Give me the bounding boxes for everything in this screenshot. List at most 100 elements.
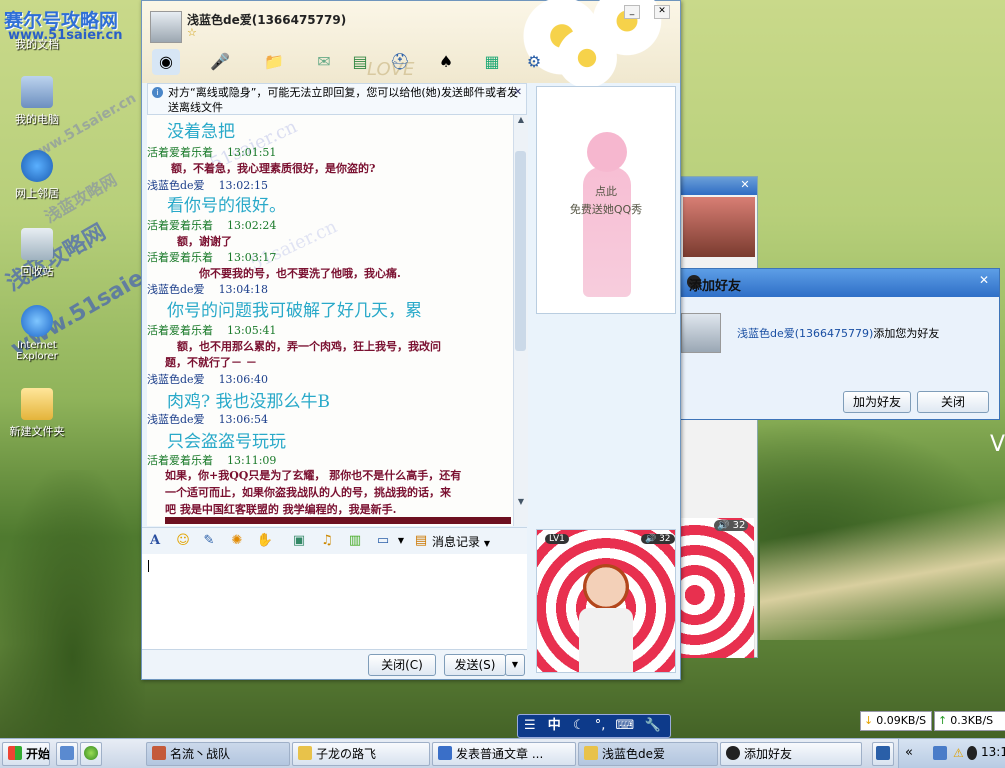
qq-show-icon[interactable]: ⛑ bbox=[386, 49, 414, 75]
qq-show-doll[interactable]: LV1 🔊 32 bbox=[536, 529, 676, 673]
add-friend-close-button[interactable]: 关闭 bbox=[917, 391, 989, 413]
taskbar-item[interactable]: 浅蓝色de爱 bbox=[578, 742, 718, 766]
message-text: 吧 我是中国红客联盟的 我学编程的，我是新手. bbox=[165, 503, 397, 516]
background-window-close-icon[interactable]: ✕ bbox=[737, 178, 753, 192]
desktop-icon-ie[interactable]: Internet Explorer bbox=[2, 305, 72, 362]
message-sender: 活着爱着乐着 13:11:09 bbox=[147, 452, 276, 468]
window-close-icon[interactable]: ✕ bbox=[654, 5, 670, 19]
shake-icon[interactable]: ✺ bbox=[228, 532, 246, 550]
taskbar-item[interactable]: 发表普通文章 ... bbox=[432, 742, 576, 766]
tray-chevron[interactable]: « bbox=[905, 745, 913, 760]
message-text: 题，不就行了－ － bbox=[165, 356, 257, 369]
sender-time: 13:05:41 bbox=[227, 324, 277, 337]
contact-title: 浅蓝色de爱(1366475779) bbox=[187, 13, 347, 27]
network-tray-icon[interactable] bbox=[933, 746, 947, 760]
settings-icon[interactable]: ⚙ bbox=[520, 49, 548, 75]
screen-capture-icon[interactable]: ▭ bbox=[374, 532, 392, 550]
taskbar-item[interactable]: 子龙の路飞 bbox=[292, 742, 430, 766]
qq-show-silhouette bbox=[587, 132, 627, 172]
gift-icon[interactable]: ▥ bbox=[346, 532, 364, 550]
qq-show-panel[interactable]: 点此 免费送她QQ秀 bbox=[536, 86, 676, 314]
scroll-thumb[interactable] bbox=[515, 151, 526, 351]
send-mail-icon[interactable]: ✉ bbox=[310, 49, 338, 75]
screenshot-icon[interactable]: ▣ bbox=[290, 532, 308, 550]
offline-notice: i 对方“离线或隐身”，可能无法立即回复，您可以给他(她)发送邮件或者发送离线文… bbox=[147, 83, 527, 115]
taskbar-item[interactable]: 添加好友 bbox=[720, 742, 862, 766]
apps-icon[interactable]: ▦ bbox=[478, 49, 506, 75]
ime-language-toggle[interactable]: 中 bbox=[548, 718, 561, 733]
qq-show-link[interactable]: 免费送她QQ秀 bbox=[537, 201, 675, 217]
contact-avatar[interactable] bbox=[150, 11, 182, 43]
desktop-letter: V bbox=[990, 432, 1005, 457]
emoji-icon[interactable]: ☺ bbox=[174, 532, 192, 550]
start-button[interactable]: 开始 bbox=[2, 742, 50, 766]
ime-punct-icon[interactable]: °, bbox=[595, 718, 606, 733]
ime-toolbar[interactable]: ☰ 中 ☾ °, ⌨ 🔧 bbox=[517, 714, 671, 738]
quicklaunch-browser[interactable] bbox=[80, 742, 102, 766]
close-button[interactable]: 关闭(C) bbox=[368, 654, 436, 676]
ime-keyboard-icon[interactable]: ⌨ bbox=[616, 718, 635, 733]
create-group-icon[interactable]: ▤ bbox=[346, 49, 374, 75]
computer-icon bbox=[21, 76, 53, 108]
desktop-icon-network[interactable]: 网上邻居 bbox=[2, 150, 72, 201]
task-label: 发表普通文章 ... bbox=[456, 747, 544, 761]
message-text: 一个适可而止，如果你盗我战队的人的号，挑战我的话，来 bbox=[165, 486, 451, 499]
desktop-icon-my-documents[interactable]: 我的文档 bbox=[2, 28, 72, 52]
start-label: 开始 bbox=[26, 747, 50, 761]
sender-name: 浅蓝色de爱 bbox=[147, 413, 205, 426]
desktop-icon-my-computer[interactable]: 我的电脑 bbox=[2, 76, 72, 127]
add-friend-dialog[interactable]: 添加好友 ✕ 浅蓝色de爱(1366475779)添加您为好友 加为好友 关闭 bbox=[680, 268, 1000, 420]
history-icon[interactable]: ▤ bbox=[412, 532, 430, 550]
scroll-up-icon[interactable]: ▲ bbox=[514, 115, 528, 129]
add-friend-title: 添加好友 bbox=[689, 279, 742, 294]
taskbar-item[interactable]: 名流丶战队 bbox=[146, 742, 290, 766]
message-input[interactable] bbox=[142, 554, 527, 649]
voice-message-icon[interactable]: ✋ bbox=[256, 532, 274, 550]
sender-name: 活着爱着乐着 bbox=[147, 454, 213, 467]
flower-decoration-3 bbox=[552, 23, 622, 93]
warning-tray-icon[interactable]: ⚠ bbox=[953, 746, 964, 760]
send-file-icon[interactable]: 📁 bbox=[260, 49, 288, 75]
my-documents-label: 我的文档 bbox=[15, 38, 59, 51]
background-doll-volume: 32 bbox=[732, 520, 746, 531]
qq-chat-window[interactable]: LOVE 浅蓝色de爱(1366475779) ☆ _ ✕ ◉ 🎤 📁 ✉ ▤ … bbox=[141, 0, 681, 680]
scroll-down-icon[interactable]: ▼ bbox=[514, 497, 528, 511]
message-sender: 浅蓝色de爱 13:06:40 bbox=[147, 371, 268, 387]
notice-close-icon[interactable]: ✕ bbox=[514, 85, 522, 100]
window-minimize-icon[interactable]: _ bbox=[624, 5, 640, 19]
add-friend-user-link[interactable]: 浅蓝色de爱(1366475779) bbox=[737, 327, 873, 340]
font-icon[interactable]: A bbox=[146, 532, 164, 550]
doll-body bbox=[579, 608, 633, 672]
video-call-icon[interactable]: ◉ bbox=[152, 49, 180, 75]
ime-moon-icon[interactable]: ☾ bbox=[573, 718, 585, 733]
desktop-icon-recycle-bin[interactable]: 回收站 bbox=[2, 228, 72, 279]
sender-time: 13:02:24 bbox=[227, 219, 277, 232]
desktop-icon-new-folder[interactable]: 新建文件夹 bbox=[2, 388, 72, 439]
show-desktop-icon bbox=[60, 746, 74, 760]
games-icon[interactable]: ♠ bbox=[432, 49, 460, 75]
taskbar-extra[interactable] bbox=[872, 742, 894, 766]
sender-name: 活着爱着乐着 bbox=[147, 219, 213, 232]
add-as-friend-button[interactable]: 加为好友 bbox=[843, 391, 911, 413]
add-friend-titlebar: 添加好友 ✕ bbox=[681, 269, 999, 297]
send-button[interactable]: 发送(S) bbox=[444, 654, 506, 676]
add-friend-message: 浅蓝色de爱(1366475779)添加您为好友 bbox=[737, 325, 939, 341]
qq-tray-icon[interactable] bbox=[967, 746, 977, 760]
quicklaunch-desktop[interactable] bbox=[56, 742, 78, 766]
notice-text: 对方“离线或隐身”，可能无法立即回复，您可以给他(她)发送邮件或者发送离线文件 bbox=[168, 86, 518, 114]
sender-name: 活着爱着乐着 bbox=[147, 324, 213, 337]
speaker-icon: 🔊 32 bbox=[714, 520, 749, 531]
browser-icon bbox=[438, 746, 452, 760]
dropdown-chevron-icon[interactable]: ▼ bbox=[392, 532, 410, 550]
ime-wrench-icon[interactable]: 🔧 bbox=[644, 718, 660, 733]
music-icon[interactable]: ♫ bbox=[318, 532, 336, 550]
message-scrollbar[interactable]: ▲ ▼ bbox=[513, 115, 528, 526]
format-toolbar: A ☺ ✎ ✺ ✋ ▣ ♫ ▥ ▭ ▼ ▤ 消息记录 ▼ bbox=[142, 527, 527, 555]
voice-call-icon[interactable]: 🎤 bbox=[206, 49, 234, 75]
history-button[interactable]: 消息记录 ▼ bbox=[432, 533, 490, 550]
magic-emoji-icon[interactable]: ✎ bbox=[200, 532, 218, 550]
send-options-chevron-icon[interactable]: ▼ bbox=[505, 654, 525, 676]
recycle-bin-label: 回收站 bbox=[20, 265, 54, 278]
sender-name: 浅蓝色de爱 bbox=[147, 373, 205, 386]
add-friend-close-icon[interactable]: ✕ bbox=[979, 273, 989, 287]
